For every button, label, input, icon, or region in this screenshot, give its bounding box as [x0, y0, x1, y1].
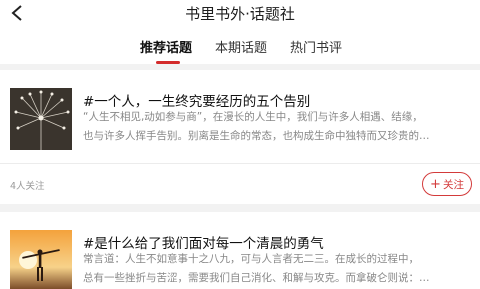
topic-description-line: “人生不相见,动如参与商”，在漫长的人生中，我们与许多人相遇、结缘， [83, 111, 423, 123]
page-title: 书里书外·话题社 [185, 5, 295, 23]
topic-description-line: 常言道：人生不如意事十之八九，可与人言者无二三。在成长的过程中， [83, 253, 419, 265]
dandelion-photo-icon [10, 88, 72, 150]
tab-bar: 推荐话题 本期话题 热门书评 [0, 34, 480, 64]
topic-card[interactable]: #是什么给了我们面对每一个清晨的勇气 常言道：人生不如意事十之八九，可与人言者无… [0, 212, 480, 289]
topic-title[interactable]: #一个人，一生终究要经历的五个告别 [83, 90, 310, 110]
tab-current-issue[interactable]: 本期话题 [215, 37, 267, 56]
tab-recommended[interactable]: 推荐话题 [140, 37, 192, 56]
tab-hot-reviews[interactable]: 热门书评 [290, 37, 342, 56]
follow-button-label: 关注 [442, 178, 464, 191]
topic-card[interactable]: #一个人，一生终究要经历的五个告别 “人生不相见,动如参与商”，在漫长的人生中，… [0, 70, 480, 204]
follow-button[interactable]: + 关注 [422, 172, 472, 196]
topic-description: “人生不相见,动如参与商”，在漫长的人生中，我们与许多人相遇、结缘， 也与许多人… [83, 108, 472, 146]
app-header: 书里书外·话题社 推荐话题 本期话题 热门书评 [0, 0, 480, 64]
sunrise-photo-icon [10, 230, 72, 289]
topic-title[interactable]: #是什么给了我们面对每一个清晨的勇气 [83, 232, 324, 252]
topic-description-line: 也与许多人挥手告别。别离是生命的常态，也构成生命中独特而又珍贵的… [83, 130, 430, 142]
card-divider [0, 163, 480, 164]
plus-icon: + [430, 176, 441, 192]
topic-description: 常言道：人生不如意事十之八九，可与人言者无二三。在成长的过程中， 总有一些挫折与… [83, 250, 472, 288]
active-tab-indicator [156, 61, 180, 64]
topic-description-line: 总有一些挫折与苦涩，需要我们自己消化、和解与攻克。而拿破仑则说：… [83, 272, 430, 284]
follower-count: 4人关注 [10, 181, 45, 192]
